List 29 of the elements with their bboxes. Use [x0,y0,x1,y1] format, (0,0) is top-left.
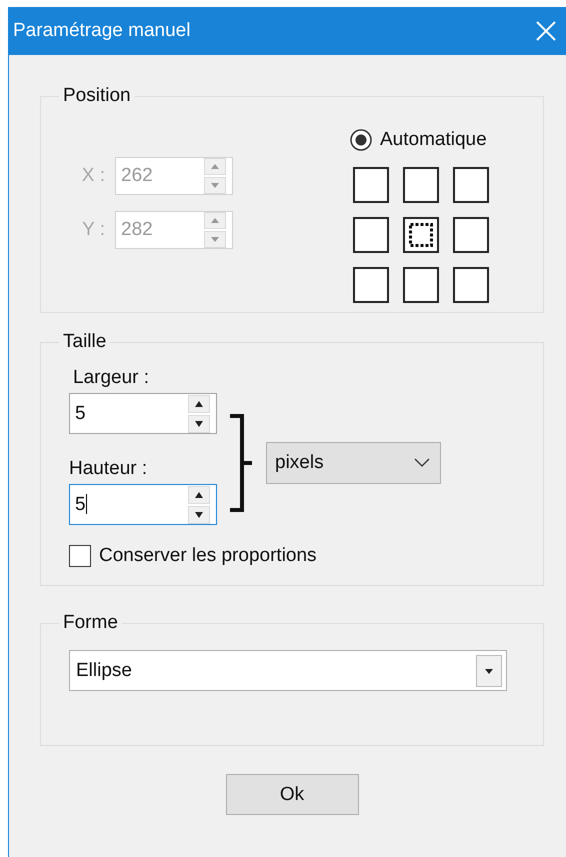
group-title: Taille [62,331,108,353]
shape-dropdown[interactable]: Ellipse [69,650,507,691]
field-label: Largeur : [73,367,150,389]
anchor-cell[interactable] [353,267,389,303]
group-title: Position [62,85,132,107]
group-title: Forme [62,612,119,634]
anchor-cell[interactable] [353,217,389,253]
anchor-cell[interactable] [453,167,489,203]
ok-button[interactable]: Ok [226,774,358,815]
close-icon[interactable] [536,21,556,41]
field-label: Y : [81,219,105,241]
chevron-icon [414,458,430,468]
unit-dropdown[interactable]: pixels [266,442,441,484]
automatic-radio[interactable]: Automatique [350,129,489,151]
checkbox-icon[interactable] [69,545,91,567]
field-label: X : [80,165,105,187]
spin-field[interactable]: 5 [69,393,217,434]
spin-field[interactable]: 5 [69,484,217,525]
anchor-cell[interactable] [403,267,439,303]
anchor-cell[interactable] [403,167,439,203]
anchor-cell[interactable] [403,217,439,253]
anchor-cell[interactable] [453,267,489,303]
window-title: Paramétrage manuel [13,20,190,42]
keep-ratio-checkbox[interactable]: Conserver les proportions [69,545,543,567]
radio-icon[interactable] [350,129,372,151]
field-label: Hauteur : [69,458,148,480]
bracket-icon [230,414,254,512]
anchor-cell[interactable] [453,217,489,253]
anchor-cell[interactable] [353,167,389,203]
